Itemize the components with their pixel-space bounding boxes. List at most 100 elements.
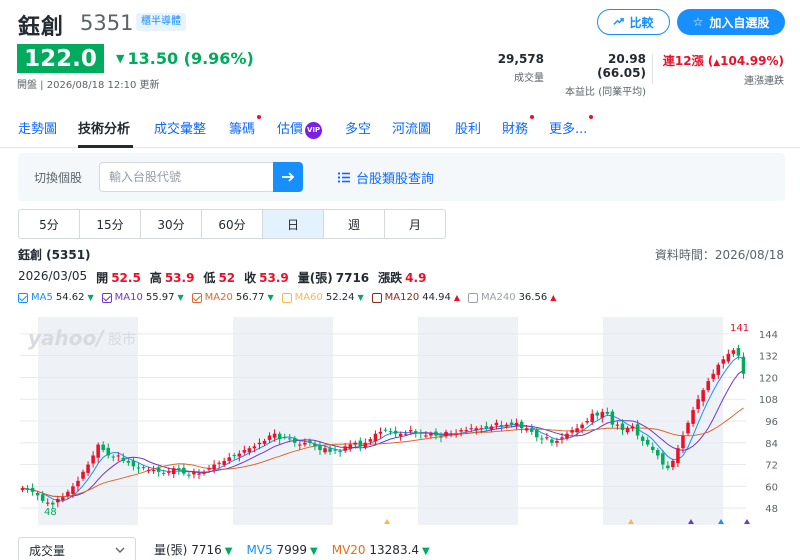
tab-trend[interactable]: 走勢圖 [18,118,57,137]
down-triangle-icon: ▼ [224,546,233,557]
period-5min[interactable]: 5分 [19,210,80,238]
tab-trades[interactable]: 成交彙整 [154,118,206,137]
y-tick-label: 96 [765,417,778,428]
ma20-toggle[interactable]: MA20 56.77 ▼ [191,292,274,303]
ohlc-volume: 量(張) 7716 [298,269,369,286]
candle-body [726,353,731,362]
candle-body [187,474,191,476]
candle-body [545,437,549,439]
candle-body [499,424,504,427]
tab-technical[interactable]: 技術分析 [78,118,130,137]
candle-body [686,422,690,434]
mv20-stat: MV20 13283.4 ▼ [332,543,430,557]
industry-query-link[interactable]: 台股類股查詢 [338,168,434,187]
search-submit-button[interactable] [273,162,303,192]
ma60-toggle[interactable]: MA60 52.24 ▼ [281,292,364,303]
candle-body [197,473,201,475]
open-value: 52.5 [111,271,141,285]
tab-bull-bear[interactable]: 多空 [345,118,371,137]
candle-body [318,445,322,451]
candle-body [96,444,100,458]
mv20-label: MV20 [331,542,366,557]
candle-body [524,428,529,431]
compare-button[interactable]: 比較 [597,9,670,35]
high-value: 53.9 [164,271,195,285]
tab-dividend[interactable]: 股利 [455,118,481,137]
candle-body [182,467,186,474]
candle-body [56,499,60,503]
streak-value: 連12漲 (▲104.99%) [656,52,784,69]
candle-body [666,465,670,469]
add-watchlist-label: 加入自選股 [709,15,770,30]
ma5-toggle[interactable]: MA5 54.62 ▼ [18,292,94,303]
compare-label: 比較 [629,15,654,30]
candle-body [358,440,363,447]
ma240-label: MA240 [481,292,516,303]
tab-more[interactable]: 更多... [549,115,594,137]
volume-value: 7716 [335,271,370,285]
period-30min[interactable]: 30分 [141,210,202,238]
stock-code-input[interactable] [99,162,274,192]
candle-body [691,410,695,424]
tab-chips[interactable]: 籌碼 [229,115,262,137]
mv20-value: 13283.4 [369,542,420,557]
current-price: 122.0 [17,44,104,73]
ma120-toggle[interactable]: MA120 44.94 ▲ [371,292,460,303]
period-60min[interactable]: 60分 [202,210,263,238]
candlestick-chart[interactable]: yahoo/ 股市 144 132 120 108 96 84 72 60 48 141 48 [18,317,784,525]
tab-valuation[interactable]: 估價 VIP [277,118,323,139]
candle-body [706,381,710,391]
ma60-checkbox[interactable] [281,292,292,303]
candle-body [313,443,317,447]
high-label: 高 [149,271,162,285]
close-label: 收 [244,271,257,285]
ohlc-close: 收 53.9 [244,269,289,286]
indicator-select[interactable]: 成交量 [18,537,136,560]
candle-body [121,457,126,461]
ma240-toggle[interactable]: MA240 36.56 ▲ [468,292,556,303]
period-day[interactable]: 日 [263,210,324,238]
candle-body [212,464,216,470]
candle-body [494,422,499,426]
industry-badge[interactable]: 櫃半導體 [136,13,186,31]
tab-financial[interactable]: 財務 [502,115,535,137]
period-15min[interactable]: 15分 [80,210,141,238]
period-month[interactable]: 月 [385,210,445,238]
stat-divider [652,54,653,84]
star-icon: ☆ [692,15,704,29]
candle-body [368,439,373,442]
ma10-checkbox[interactable] [101,292,112,303]
ma10-toggle[interactable]: MA10 55.97 ▼ [101,292,184,303]
candle-body [207,468,211,470]
ohlc-open: 開 52.5 [96,269,141,286]
streak-label: 連漲連跌 [744,76,784,87]
open-label: 開 [96,271,109,285]
y-tick-label: 48 [765,504,778,515]
ma20-checkbox[interactable] [191,292,202,303]
ma120-checkbox[interactable] [371,292,382,303]
ma5-value: 54.62 [55,292,85,303]
candle-body [615,424,620,426]
candle-body [172,468,176,474]
list-icon [338,172,350,183]
candle-body [565,433,569,439]
min-price-label: 48 [44,507,57,518]
period-week[interactable]: 週 [324,210,385,238]
notification-dot [257,115,262,119]
candle-body [51,502,55,505]
ma5-checkbox[interactable] [18,292,28,303]
candle-body [272,433,277,438]
ma240-checkbox[interactable] [468,292,478,303]
svg-text:yahoo/: yahoo/ [28,326,105,350]
candle-body [91,455,95,464]
candle-body [731,350,736,354]
update-time: 開盤 | 2026/08/18 12:10 更新 [17,80,160,91]
candle-body [605,411,610,414]
ohlc-row: 2026/03/05 開 52.5 高 53.9 低 52 收 53.9 量(張) 771… [18,269,426,286]
close-value: 53.9 [259,271,289,285]
add-watchlist-button[interactable]: ☆ 加入自選股 [677,9,785,35]
tab-river[interactable]: 河流圖 [392,118,431,137]
y-tick-label: 84 [765,439,778,450]
candle-body [343,446,347,451]
ma60-label: MA60 [294,292,323,303]
